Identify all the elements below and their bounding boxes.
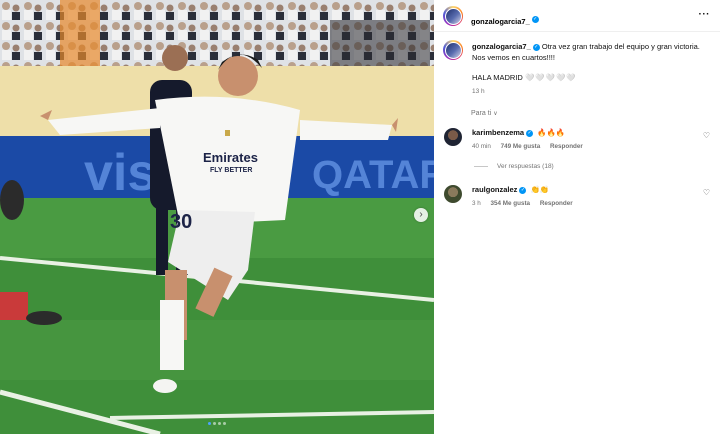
verified-badge-icon: ✓ [526,129,534,137]
author-username[interactable]: gonzalogarcia7_ [471,17,530,26]
view-replies-button[interactable]: Ver respuestas (18) [474,163,554,170]
caption-hala-line: HALA MADRID 🤍🤍🤍🤍🤍 [472,73,577,82]
shirt-number: 30 [170,211,192,233]
verified-badge-icon: ✓ [532,43,540,51]
comment-sort-toggle[interactable]: Para ti ∨ [471,110,498,117]
carousel-dots [0,422,434,425]
carousel-dot-1 [208,422,211,425]
chevron-down-icon: ∨ [493,111,498,117]
comment-text: 👏👏 [530,185,550,194]
board-text-right: QATAR [312,153,434,197]
view-replies-label: Ver respuestas (18) [497,163,554,170]
hala-text: HALA MADRID [472,73,523,82]
carousel-dot-2 [213,422,216,425]
carousel-dot-3 [218,422,221,425]
comment-age: 3 h [472,200,481,207]
reply-button[interactable]: Responder [550,143,583,150]
post-header: gonzalogarcia7_ ✓ ··· [434,0,720,32]
shirt-sponsor-line2: FLY BETTER [210,167,252,174]
comment-item: karimbenzema ✓ 🔥🔥🔥 40 min 749 Me gusta Re… [444,128,714,158]
board-text-left: vis [84,144,156,202]
commenter-avatar[interactable] [444,185,462,203]
comment-likes[interactable]: 354 Me gusta [491,200,531,207]
post-time: 13 h [472,88,485,95]
like-heart-icon[interactable]: ♡ [703,131,710,140]
verified-badge-icon: ✓ [531,16,539,24]
caption-author-avatar[interactable] [443,40,463,60]
reply-button[interactable]: Responder [540,200,573,207]
comment-text: 🔥🔥🔥 [537,128,566,137]
commenter-username[interactable]: raulgonzalez [472,185,517,194]
post-caption: gonzalogarcia7_ ✓ Otra vez gran trabajo d… [472,42,712,63]
author-avatar[interactable] [443,6,463,26]
post-photo[interactable]: vis QATAR Emirates FLY BETTER 30 › [0,0,434,434]
like-heart-icon[interactable]: ♡ [703,188,710,197]
comment-body: karimbenzema ✓ 🔥🔥🔥 [472,128,565,137]
post-side-panel: gonzalogarcia7_ ✓ ··· gonzalogarcia7_ ✓ Ot… [434,0,720,434]
commenter-username[interactable]: karimbenzema [472,128,524,137]
chevron-right-icon: › [419,209,423,220]
caption-username[interactable]: gonzalogarcia7_ [472,42,531,51]
comment-meta: 3 h 354 Me gusta Responder [472,200,581,207]
match-photo: vis QATAR Emirates FLY BETTER 30 [0,0,434,434]
comment-age: 40 min [472,143,491,150]
comment-meta: 40 min 749 Me gusta Responder [472,143,591,150]
comment-likes[interactable]: 749 Me gusta [501,143,541,150]
comment-body: raulgonzalez ✓ 👏👏 [472,185,549,194]
verified-badge-icon: ✓ [519,186,527,194]
shirt-sponsor-line1: Emirates [203,150,258,165]
carousel-dot-4 [223,422,226,425]
commenter-avatar[interactable] [444,128,462,146]
sort-label: Para ti [471,110,492,117]
replies-divider [474,166,488,167]
white-hearts: 🤍🤍🤍🤍🤍 [524,73,577,82]
comment-item: raulgonzalez ✓ 👏👏 3 h 354 Me gusta Respon… [444,185,714,215]
more-options-icon[interactable]: ··· [699,9,711,20]
next-photo-button[interactable]: › [414,208,428,222]
